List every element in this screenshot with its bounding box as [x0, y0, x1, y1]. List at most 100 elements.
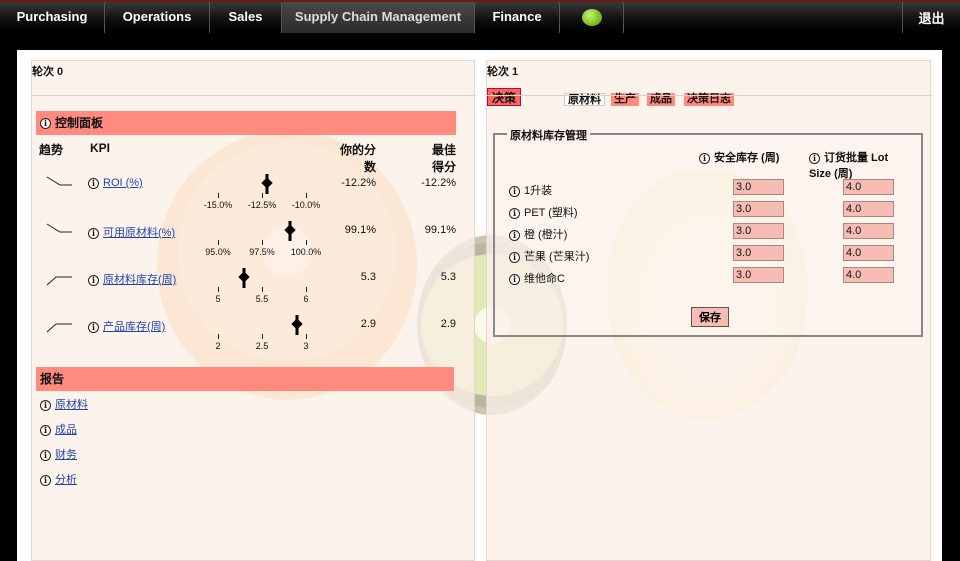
- info-icon[interactable]: i: [88, 177, 99, 189]
- lot-size-input[interactable]: [843, 223, 894, 239]
- info-icon[interactable]: i: [40, 449, 51, 461]
- info-icon[interactable]: i: [699, 152, 710, 164]
- kpi-link[interactable]: 原材料库存(周): [103, 274, 176, 286]
- info-icon[interactable]: i: [509, 229, 520, 241]
- info-icon[interactable]: i: [88, 274, 99, 286]
- round-0-panel: 轮次 0 i 控制面板 趋势 KPI 你的分数 最佳 得分 i ROI (%) -15.…: [31, 60, 476, 561]
- kpi-link[interactable]: ROI (%): [103, 177, 143, 189]
- info-icon[interactable]: i: [809, 152, 820, 164]
- safety-stock-input[interactable]: [733, 223, 784, 239]
- scale-tick-label: -10.0%: [291, 200, 321, 210]
- lot-size-input[interactable]: [843, 245, 894, 261]
- your-score-value: -12.2%: [341, 177, 376, 189]
- scale-tick-label: 2.5: [255, 341, 269, 351]
- lot-size-input[interactable]: [843, 201, 894, 217]
- kpi-scale: 5 5.5 6: [198, 267, 309, 307]
- material-row: i PET (塑料): [509, 201, 919, 221]
- info-icon[interactable]: i: [88, 321, 99, 333]
- report-item: i 分析: [40, 471, 77, 487]
- material-row: i 1升装: [509, 179, 919, 199]
- info-icon[interactable]: i: [40, 424, 51, 436]
- nav-operations[interactable]: Operations: [105, 2, 210, 33]
- lot-size-input[interactable]: [843, 179, 894, 195]
- home-apple-icon[interactable]: [560, 2, 624, 33]
- your-score-value: 5.3: [360, 271, 376, 283]
- kpi-name: i 原材料库存(周): [88, 271, 176, 287]
- info-icon[interactable]: i: [40, 474, 51, 486]
- lot-size-input[interactable]: [843, 267, 894, 283]
- info-icon[interactable]: i: [509, 185, 520, 197]
- scale-tick: [306, 193, 307, 198]
- safety-stock-input[interactable]: [733, 245, 784, 261]
- kpi-link[interactable]: 产品库存(周): [103, 321, 165, 333]
- material-row: i橙 (橙汁): [509, 223, 919, 243]
- material-name: i 1升装: [509, 182, 552, 198]
- info-icon[interactable]: i: [509, 251, 520, 263]
- kpi-row: i ROI (%) -15.0% -12.5% -10.0% -12.2% -12.2%: [32, 173, 476, 219]
- info-icon[interactable]: i: [509, 207, 520, 219]
- report-item: i 原材料: [40, 396, 88, 412]
- material-name: i 维他命C: [509, 270, 565, 286]
- col-lot-size: i 订货批量 Lot Size (周): [809, 152, 889, 180]
- trend-down-icon: [46, 176, 72, 186]
- safety-stock-input[interactable]: [733, 179, 784, 195]
- nav-sales[interactable]: Sales: [210, 2, 282, 33]
- info-icon[interactable]: i: [40, 399, 51, 411]
- trend-up-icon: [46, 323, 72, 333]
- scale-tick-label: 3: [303, 341, 309, 351]
- best-score-diamond: [284, 224, 296, 236]
- nav-purchasing[interactable]: Purchasing: [0, 2, 105, 33]
- scale-tick: [306, 240, 307, 245]
- material-row: i 维他命C: [509, 267, 919, 287]
- scale-tick: [262, 334, 263, 339]
- nav-supply-chain-management[interactable]: Supply Chain Management: [282, 2, 475, 33]
- scale-tick-label: 2: [215, 341, 221, 351]
- scale-tick-label: 97.5%: [249, 247, 275, 257]
- report-link[interactable]: 原材料: [55, 399, 88, 411]
- best-score-value: 2.9: [440, 318, 456, 330]
- info-icon[interactable]: i: [40, 118, 51, 130]
- col-trend: 趋势: [39, 143, 64, 157]
- dashboard-title: 控制面板: [55, 116, 104, 130]
- report-link[interactable]: 财务: [55, 449, 77, 461]
- best-score-value: 5.3: [440, 271, 456, 283]
- report-item: i 成品: [40, 421, 77, 437]
- logout-button[interactable]: 退出: [902, 2, 960, 33]
- safety-stock-input[interactable]: [733, 267, 784, 283]
- kpi-scale: 2 2.5 3: [198, 314, 309, 354]
- kpi-link[interactable]: 可用原材料(%): [103, 227, 175, 239]
- best-score-value: 99.1%: [424, 224, 456, 236]
- kpi-name: i ROI (%): [88, 177, 143, 189]
- scale-tick: [306, 287, 307, 292]
- kpi-name: i 产品库存(周): [88, 318, 165, 334]
- report-link[interactable]: 分析: [55, 474, 77, 486]
- scale-tick-label: -12.5%: [247, 200, 277, 210]
- round-label: 轮次 0: [32, 66, 64, 78]
- col-safety-stock: i 安全库存 (周): [699, 149, 779, 165]
- scale-tick: [218, 193, 219, 198]
- report-header: 报告: [36, 367, 454, 391]
- your-score-value: 2.9: [360, 318, 376, 330]
- scale-tick: [306, 334, 307, 339]
- decision-badge: 决策: [487, 88, 522, 106]
- best-score-diamond: [291, 318, 303, 330]
- scale-tick: [262, 240, 263, 245]
- round-1-panel: 轮次 1 决策 原材料 生产 成品 决策日志 原材料库存管理 i 安全库存 (周)…: [486, 60, 932, 561]
- info-icon[interactable]: i: [88, 227, 99, 239]
- kpi-name: i 可用原材料(%): [88, 224, 175, 240]
- save-button[interactable]: 保存: [691, 307, 729, 327]
- scale-tick-label: 6: [303, 294, 309, 304]
- scale-tick: [262, 287, 263, 292]
- kpi-scale: 95.0% 97.5% 100.0%: [198, 220, 321, 260]
- kpi-row: i 可用原材料(%) 95.0% 97.5% 100.0% 99.1% 99.1%: [32, 220, 476, 266]
- trend-up-icon: [46, 276, 72, 286]
- info-icon[interactable]: i: [509, 273, 520, 285]
- best-score-diamond: [261, 177, 273, 189]
- report-link[interactable]: 成品: [55, 424, 77, 436]
- safety-stock-input[interactable]: [733, 201, 784, 217]
- col-best-score: 最佳 得分: [431, 143, 456, 174]
- section-title: 原材料库存管理: [507, 127, 590, 143]
- raw-material-inventory-section: 原材料库存管理 i 安全库存 (周) i 订货批量 Lot Size (周) i 1升…: [493, 127, 923, 337]
- nav-finance[interactable]: Finance: [475, 2, 560, 33]
- col-kpi: KPI: [90, 141, 111, 155]
